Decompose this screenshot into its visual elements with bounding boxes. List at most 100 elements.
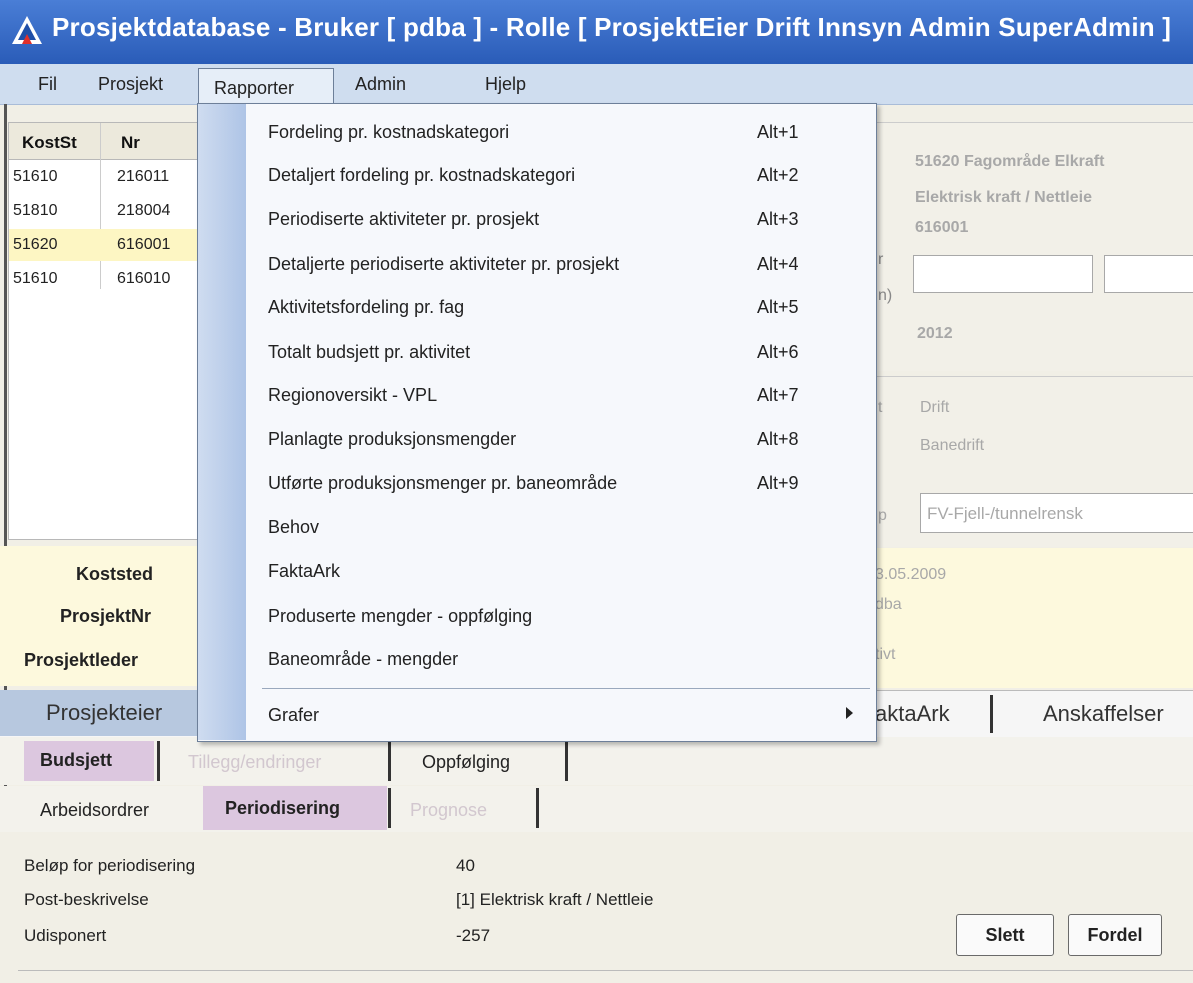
menu-item-fordeling-kostnadskategori[interactable]: Fordeling pr. kostnadskategori <box>268 122 509 143</box>
menu-item-behov[interactable]: Behov <box>268 517 319 538</box>
grid-header-kostst[interactable]: KostSt <box>22 133 77 153</box>
tab-divider <box>388 741 391 781</box>
grid-header-nr[interactable]: Nr <box>121 133 140 153</box>
label-fragment-r: r <box>878 251 884 268</box>
menu-hjelp[interactable]: Hjelp <box>485 74 526 95</box>
shortcut-alt3: Alt+3 <box>757 209 799 229</box>
cell-kostst: 51620 <box>13 236 58 253</box>
label-fragment-t: t <box>878 399 883 416</box>
tab-budsjett[interactable]: Budsjett <box>24 741 154 781</box>
category-select[interactable]: FV-Fjell-/tunnelrensk <box>920 493 1193 533</box>
menu-rapporter[interactable]: Rapporter <box>198 68 334 105</box>
date-value: 3.05.2009 <box>875 566 947 583</box>
input-field-2[interactable] <box>1104 255 1193 293</box>
table-row[interactable]: 51610 616010 <box>9 263 199 295</box>
menu-item-detaljerte-periodiserte[interactable]: Detaljerte periodiserte aktiviteter pr. … <box>268 254 619 275</box>
menu-admin[interactable]: Admin <box>355 74 406 95</box>
rapporter-dropdown <box>197 103 877 742</box>
tab-anskaffelser[interactable]: Anskaffelser <box>1043 701 1164 727</box>
table-row[interactable]: 51810 218004 <box>9 195 199 227</box>
shortcut-alt2: Alt+2 <box>757 165 799 185</box>
menu-item-regionoversikt[interactable]: Regionoversikt - VPL <box>268 385 437 406</box>
tab-divider <box>565 741 568 781</box>
tab-prosjekteier-label: Prosjekteier <box>46 700 163 725</box>
shortcut-alt4: Alt+4 <box>757 254 799 274</box>
menu-item-detaljert-fordeling[interactable]: Detaljert fordeling pr. kostnadskategori <box>268 165 575 186</box>
category-select-value: FV-Fjell-/tunnelrensk <box>927 504 1083 523</box>
window-title: Prosjektdatabase - Bruker [ pdba ] - Rol… <box>52 12 1172 42</box>
tab-periodisering[interactable]: Periodisering <box>203 786 387 830</box>
udisponert-label: Udisponert <box>24 926 107 945</box>
tab-oppfolging[interactable]: Oppfølging <box>422 752 510 773</box>
tab-divider <box>388 788 391 828</box>
cell-nr: 616001 <box>117 236 171 253</box>
project-number-value: 616001 <box>915 219 969 236</box>
label-fragment-p: p <box>878 507 887 524</box>
subtabs-row: Arbeidsordrer Periodisering Prognose <box>0 786 1193 832</box>
shortcut-alt5: Alt+5 <box>757 297 799 317</box>
menu-rapporter-label: Rapporter <box>214 78 295 98</box>
table-row[interactable]: 51610 216011 <box>9 161 199 193</box>
udisponert-value: -257 <box>456 926 491 945</box>
menu-item-produserte-mengder[interactable]: Produserte mengder - oppfølging <box>268 606 532 627</box>
cell-nr: 218004 <box>117 202 171 219</box>
banedrift-value: Banedrift <box>920 437 985 454</box>
dropdown-gutter <box>198 104 246 740</box>
project-details-mid: t Drift Banedrift p FV-Fjell-/tunnelrens… <box>875 376 1193 547</box>
tab-divider <box>157 741 160 781</box>
menu-fil[interactable]: Fil <box>38 74 57 95</box>
tab-arbeidsordrer[interactable]: Arbeidsordrer <box>40 800 149 821</box>
project-meta-panel: 3.05.2009 dba tivt <box>875 548 1193 688</box>
project-details-top: 51620 Fagområde Elkraft Elektrisk kraft … <box>875 122 1193 371</box>
menu-item-faktaark[interactable]: FaktaArk <box>268 561 340 582</box>
slett-button[interactable]: Slett <box>956 914 1054 956</box>
menu-separator <box>262 688 870 689</box>
cell-nr: 216011 <box>117 168 170 185</box>
cell-kostst: 51610 <box>13 270 58 287</box>
menu-item-periodiserte-aktiviteter[interactable]: Periodiserte aktiviteter pr. prosjekt <box>268 209 539 230</box>
shortcut-alt7: Alt+7 <box>757 385 799 405</box>
drift-value: Drift <box>920 399 950 416</box>
submenu-arrow-icon <box>846 707 853 719</box>
menu-item-utforte-produksjonsmenger[interactable]: Utførte produksjonsmenger pr. baneområde <box>268 473 617 494</box>
tab-prosjekteier[interactable]: Prosjekteier <box>0 690 198 736</box>
table-row-selected[interactable]: 51620 616001 <box>9 229 199 261</box>
tab-divider <box>536 788 539 828</box>
menu-prosjekt[interactable]: Prosjekt <box>98 74 163 95</box>
label-fragment-n: n) <box>878 287 893 304</box>
menu-item-grafer[interactable]: Grafer <box>268 705 319 726</box>
tab-divider <box>990 695 993 733</box>
input-field-1[interactable] <box>913 255 1093 293</box>
app-logo-icon <box>12 16 42 44</box>
user-value: dba <box>875 596 902 613</box>
cell-kostst: 51610 <box>13 168 58 185</box>
shortcut-alt8: Alt+8 <box>757 429 799 449</box>
koststed-value: 51620 Fagområde Elkraft <box>915 153 1105 170</box>
menu-item-aktivitetsfordeling[interactable]: Aktivitetsfordeling pr. fag <box>268 297 464 318</box>
menu-item-totalt-budsjett[interactable]: Totalt budsjett pr. aktivitet <box>268 342 470 363</box>
year-value: 2012 <box>917 325 953 342</box>
cell-nr: 616010 <box>117 270 171 287</box>
tab-budsjett-label: Budsjett <box>40 750 112 770</box>
tab-faktaark[interactable]: aktaArk <box>875 701 950 727</box>
belop-label: Beløp for periodisering <box>24 856 196 875</box>
belop-value: 40 <box>456 856 475 875</box>
menu-item-planlagte-produksjonsmengder[interactable]: Planlagte produksjonsmengder <box>268 429 516 450</box>
prosjektleder-label: Prosjektleder <box>24 650 139 670</box>
table-top-border <box>18 970 1193 971</box>
fordel-button[interactable]: Fordel <box>1068 914 1162 956</box>
shortcut-alt1: Alt+1 <box>757 122 799 142</box>
tab-tillegg-endringer[interactable]: Tillegg/endringer <box>188 752 321 773</box>
status-value: tivt <box>875 646 896 663</box>
koststed-label: Koststed <box>76 564 154 584</box>
post-beskrivelse-label: Post-beskrivelse <box>24 890 149 909</box>
budget-tabs: Budsjett Tillegg/endringer Oppfølging <box>0 737 1193 785</box>
description-value: Elektrisk kraft / Nettleie <box>915 189 1092 206</box>
tab-prognose[interactable]: Prognose <box>410 800 487 821</box>
tab-periodisering-label: Periodisering <box>225 798 341 818</box>
periodisering-panel: Beløp for periodisering 40 Post-beskrive… <box>0 832 1193 983</box>
project-info-panel: Koststed ProsjektNr Prosjektleder <box>0 546 198 686</box>
prosjektnr-label: ProsjektNr <box>60 606 152 626</box>
grid-header: KostSt Nr <box>9 123 199 160</box>
menu-item-baneomrade-mengder[interactable]: Baneområde - mengder <box>268 649 458 670</box>
